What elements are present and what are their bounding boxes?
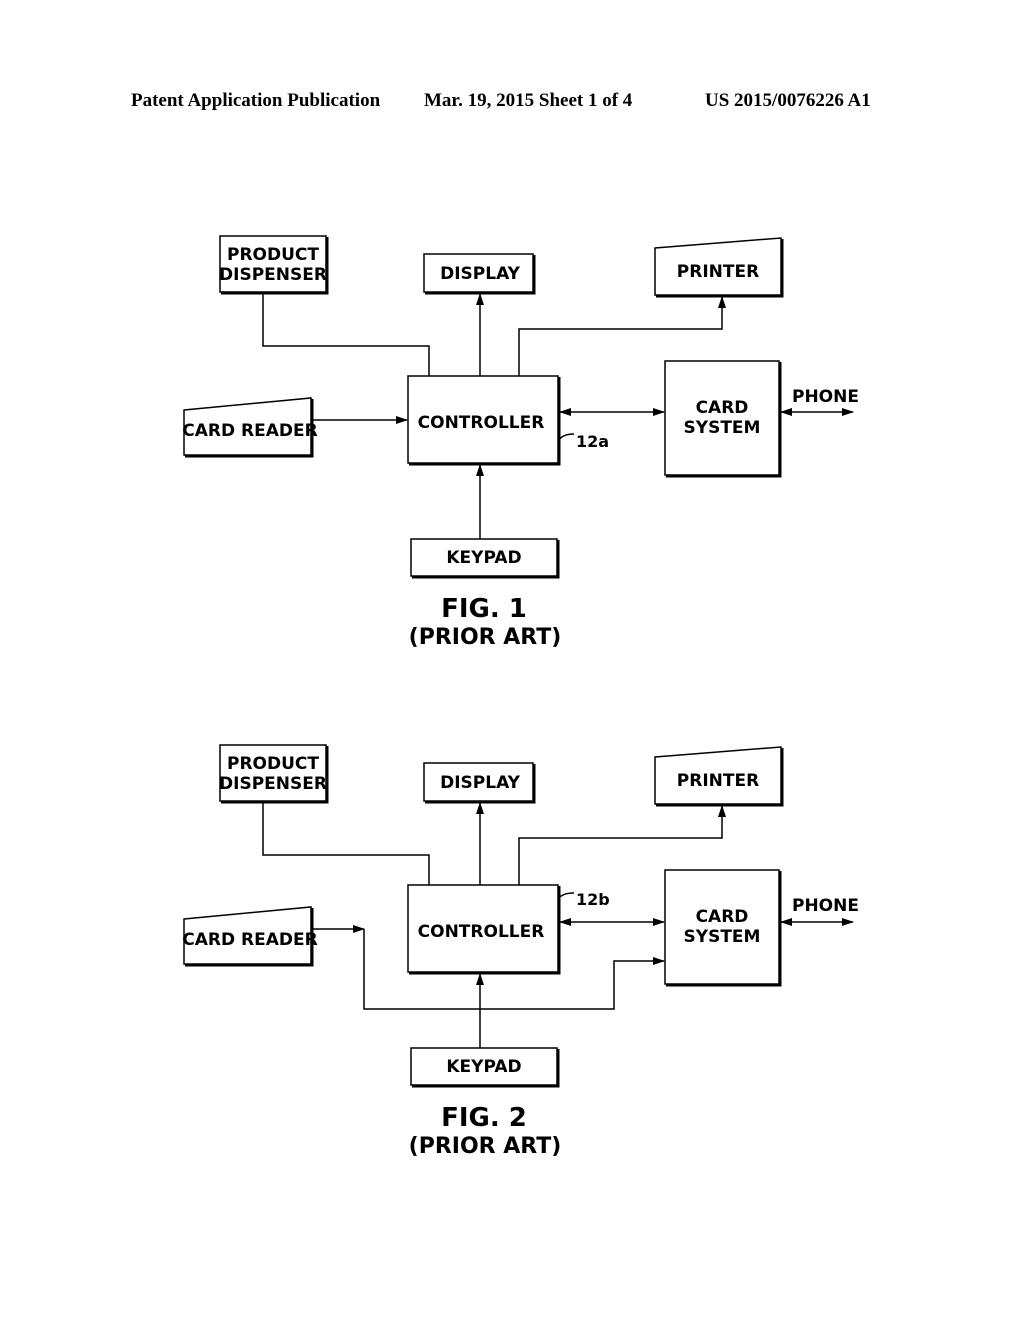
card-reader-block: CARD READER — [182, 397, 318, 458]
reference-numeral-12b: 12b — [576, 890, 610, 909]
reference-numeral-12a: 12a — [576, 432, 609, 451]
controller-label: CONTROLLER — [418, 413, 545, 433]
display-label: DISPLAY — [440, 264, 521, 284]
dispenser-controller-line — [262, 293, 430, 376]
controller-block: CONTROLLER — [407, 375, 561, 466]
phone-label: PHONE — [792, 896, 859, 916]
phone-label: PHONE — [792, 387, 859, 407]
display-label: DISPLAY — [440, 773, 521, 793]
product-dispenser-label-1: PRODUCT — [227, 245, 319, 265]
card-system-label-2: SYSTEM — [684, 927, 761, 947]
printer-label: PRINTER — [677, 262, 759, 282]
product-dispenser-label-2: DISPENSER — [219, 265, 327, 285]
keypad-block: KEYPAD — [410, 1047, 560, 1088]
card-reader-label: CARD READER — [182, 421, 317, 441]
display-block: DISPLAY — [423, 762, 536, 804]
product-dispenser-label-1: PRODUCT — [227, 754, 319, 774]
card-system-label-2: SYSTEM — [684, 418, 761, 438]
keypad-label: KEYPAD — [446, 1057, 521, 1077]
card-system-label-1: CARD — [696, 907, 749, 927]
printer-block: PRINTER — [654, 746, 784, 807]
printer-block: PRINTER — [654, 237, 784, 298]
printer-label: PRINTER — [677, 771, 759, 791]
diagram-canvas: PRODUCT DISPENSER DISPLAY PRINTER CARD R… — [182, 235, 859, 1159]
display-block: DISPLAY — [423, 253, 536, 295]
controller-block: CONTROLLER — [407, 884, 561, 975]
card-system-block: CARD SYSTEM — [664, 869, 782, 987]
ref-leader-12b — [558, 892, 575, 899]
figure-1-title: FIG. 1 — [441, 594, 527, 624]
figure-1: PRODUCT DISPENSER DISPLAY PRINTER CARD R… — [182, 235, 859, 650]
controller-label: CONTROLLER — [418, 922, 545, 942]
figure-2: PRODUCT DISPENSER DISPLAY PRINTER CARD R… — [182, 744, 859, 1159]
product-dispenser-block: PRODUCT DISPENSER — [219, 235, 329, 295]
card-reader-block: CARD READER — [182, 906, 318, 967]
figure-2-title: FIG. 2 — [441, 1103, 527, 1133]
card-system-label-1: CARD — [696, 398, 749, 418]
product-dispenser-block: PRODUCT DISPENSER — [219, 744, 329, 804]
card-system-block: CARD SYSTEM — [664, 360, 782, 478]
keypad-label: KEYPAD — [446, 548, 521, 568]
card-reader-label: CARD READER — [182, 930, 317, 950]
product-dispenser-label-2: DISPENSER — [219, 774, 327, 794]
ref-leader-12a — [558, 433, 575, 441]
figure-1-subtitle: (PRIOR ART) — [409, 625, 562, 650]
keypad-block: KEYPAD — [410, 538, 560, 579]
dispenser-controller-line — [262, 802, 430, 885]
figure-2-subtitle: (PRIOR ART) — [409, 1134, 562, 1159]
